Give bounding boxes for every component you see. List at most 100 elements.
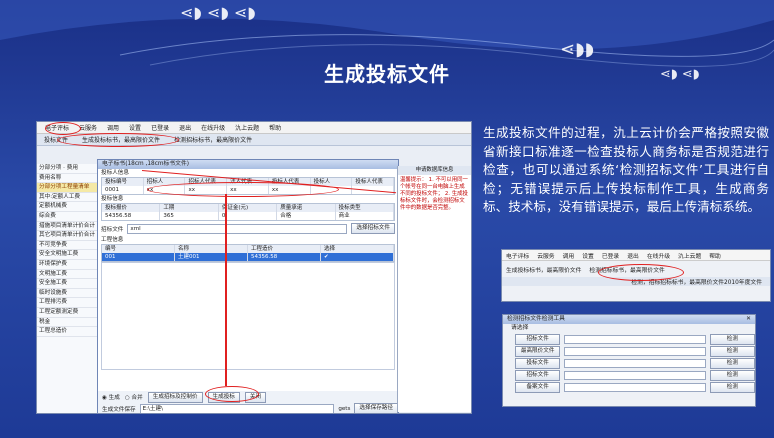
list-item[interactable]: 安全施工费 xyxy=(37,279,97,289)
list-item[interactable]: 税金 xyxy=(37,318,97,328)
file-select-button[interactable]: 最高限价文件 xyxy=(515,345,561,357)
svg-text:⋖◗◗: ⋖◗◗ xyxy=(560,39,594,60)
menu-item[interactable]: 调用 xyxy=(107,123,119,132)
column-header: 投标人代表 xyxy=(352,178,395,186)
column-header: 选择 xyxy=(321,245,394,253)
quality-cell[interactable]: 合格 xyxy=(277,212,336,220)
check-panel-title: 申请数据库信息 xyxy=(398,166,471,175)
project-list-area xyxy=(101,262,395,370)
list-item[interactable]: 工程排污费 xyxy=(37,298,97,308)
list-item[interactable]: 其中:定额人工费 xyxy=(37,193,97,203)
table-cell[interactable]: 0001 xyxy=(102,186,144,194)
list-item[interactable]: 其它项目清单计价合计 xyxy=(37,231,97,241)
menu-item[interactable]: 在线升级 xyxy=(647,251,670,260)
list-item[interactable]: 措施项目清单计价合计 xyxy=(37,222,97,232)
left-header: 分部分项 · 费用 xyxy=(37,164,97,174)
file-select-button[interactable]: 投标文件 xyxy=(515,357,561,369)
select-save-path-button[interactable]: 选择保存路径 xyxy=(354,403,398,413)
tab-generate-bid[interactable]: 生成投标标书，最高限价文件 xyxy=(506,265,581,274)
radio-generate[interactable]: ◉ 生成 xyxy=(102,393,120,401)
file-select-button[interactable]: 招标文件 xyxy=(515,333,561,345)
list-item[interactable]: 工程总造价 xyxy=(37,327,97,337)
select-checkbox[interactable]: ✔ xyxy=(321,253,394,261)
deposit-cell[interactable]: 0 xyxy=(219,212,278,220)
check-button[interactable]: 检测 xyxy=(709,333,755,345)
check-tool-dialog: 检测招标文件检测工具 ✕ 请选择 招标文件 检测 最高限价文件 检测 投标文件 … xyxy=(502,314,756,407)
table-row[interactable]: 001 土建001 54356.58 ✔ xyxy=(102,253,394,261)
menu-item[interactable]: 氿上云题 xyxy=(678,251,701,260)
highlight-ellipse xyxy=(57,133,179,147)
save-path-label: 生成文件保存 xyxy=(102,406,136,413)
menu-item[interactable]: 帮助 xyxy=(269,123,281,132)
list-item[interactable]: 临时设施费 xyxy=(37,289,97,299)
file-select-button[interactable]: 招标文件 xyxy=(515,369,561,381)
menu-item[interactable]: 在线升级 xyxy=(201,123,225,132)
generate-bid-dialog: 电子标书(18cm ,18cm标书文件) 投标人信息 投标编号 招标人 招标人代… xyxy=(97,159,399,413)
menu-item[interactable]: 退出 xyxy=(179,123,191,132)
menu-item[interactable]: 已登录 xyxy=(151,123,169,132)
svg-text:⋖◗ ⋖◗ ⋖◗: ⋖◗ ⋖◗ ⋖◗ xyxy=(180,3,256,22)
section-project-info: 工程信息 xyxy=(101,237,124,243)
highlight-ellipse xyxy=(598,264,684,281)
table-row[interactable]: 54356.58 365 0 合格 商业 xyxy=(102,212,395,220)
menu-item[interactable]: 已登录 xyxy=(602,251,619,260)
menu-item[interactable]: 云服务 xyxy=(79,123,97,132)
check-row: 最高限价文件 检测 xyxy=(503,345,755,357)
file-path-field[interactable] xyxy=(564,358,706,368)
menu-item[interactable]: 设置 xyxy=(129,123,141,132)
menu-item[interactable]: 帮助 xyxy=(709,251,721,260)
menu-item[interactable]: 退出 xyxy=(627,251,639,260)
left-cost-panel: 分部分项 · 费用 费用名称 分部分项工程量清单 其中:定额人工费 定额机械费 … xyxy=(37,164,98,413)
highlight-ellipse xyxy=(45,122,81,135)
tender-file-label: 招标文件 xyxy=(101,226,124,233)
column-header: 保证金(元) xyxy=(219,204,278,212)
list-item[interactable]: 安全文明施工费 xyxy=(37,250,97,260)
check-button[interactable]: 检测 xyxy=(709,381,755,393)
column-header: 投标编号 xyxy=(102,178,144,186)
menu-bar: 电子评标 云服务 调用 设置 已登录 退出 在线升级 氿上云题 帮助 xyxy=(502,250,770,261)
table-cell[interactable]: 土建001 xyxy=(175,253,248,261)
file-path-field[interactable] xyxy=(564,370,706,380)
bid-price-cell[interactable]: 54356.58 xyxy=(102,212,161,220)
menu-bar: 电子评标 云服务 调用 设置 已登录 退出 在线升级 氿上云题 帮助 xyxy=(37,122,471,134)
list-item[interactable]: 定额机械费 xyxy=(37,202,97,212)
arrow-line xyxy=(225,194,227,386)
file-path-field[interactable] xyxy=(564,334,706,344)
bid-type-select[interactable]: 商业 xyxy=(336,212,395,220)
menu-item[interactable]: 调用 xyxy=(563,251,575,260)
generate-tender-button[interactable]: 生成招标及控制价 xyxy=(147,391,203,403)
list-item[interactable]: 综合费 xyxy=(37,212,97,222)
left-column-header: 费用名称 xyxy=(37,174,97,184)
check-button[interactable]: 检测 xyxy=(709,357,755,369)
list-item[interactable]: 工程定额测定费 xyxy=(37,308,97,318)
tab-check-tender[interactable]: 检测招标标书，最高限价文件 xyxy=(171,135,255,144)
menu-item[interactable]: 设置 xyxy=(582,251,594,260)
menu-item[interactable]: 云服务 xyxy=(537,251,554,260)
column-header: 工程造价 xyxy=(248,245,321,253)
tender-file-field[interactable]: xml xyxy=(127,223,348,234)
file-path-field[interactable] xyxy=(564,382,706,392)
radio-merge[interactable]: ○ 合并 xyxy=(125,393,143,401)
table-cell[interactable]: 001 xyxy=(102,253,175,261)
check-button[interactable]: 检测 xyxy=(709,369,755,381)
column-header: 投标类型 xyxy=(336,204,395,212)
list-item[interactable]: 环境保护费 xyxy=(37,260,97,270)
bid-grid: 投标报价 工期 保证金(元) 质量承诺 投标类型 54356.58 365 0 … xyxy=(101,203,395,221)
list-item[interactable]: 分部分项工程量清单 xyxy=(37,183,97,193)
save-ext: gets xyxy=(338,405,351,412)
file-path-field[interactable] xyxy=(564,346,706,356)
dialog-title: 检测招标文件检测工具 ✕ xyxy=(503,315,755,324)
check-row: 招标文件 检测 xyxy=(503,369,755,381)
column-header: 名称 xyxy=(175,245,248,253)
list-item[interactable]: 文明施工费 xyxy=(37,270,97,280)
close-icon[interactable]: ✕ xyxy=(746,315,755,324)
list-item[interactable]: 不可竞争费 xyxy=(37,241,97,251)
select-tender-file-button[interactable]: 选择招标文件 xyxy=(351,223,395,234)
menu-item[interactable]: 电子评标 xyxy=(506,251,529,260)
duration-cell[interactable]: 365 xyxy=(160,212,219,220)
check-button[interactable]: 检测 xyxy=(709,345,755,357)
file-select-button[interactable]: 备案文件 xyxy=(515,381,561,393)
table-cell[interactable]: 54356.58 xyxy=(248,253,321,261)
save-path-field[interactable]: E:\土建\ xyxy=(139,403,335,413)
menu-item[interactable]: 氿上云题 xyxy=(235,123,259,132)
